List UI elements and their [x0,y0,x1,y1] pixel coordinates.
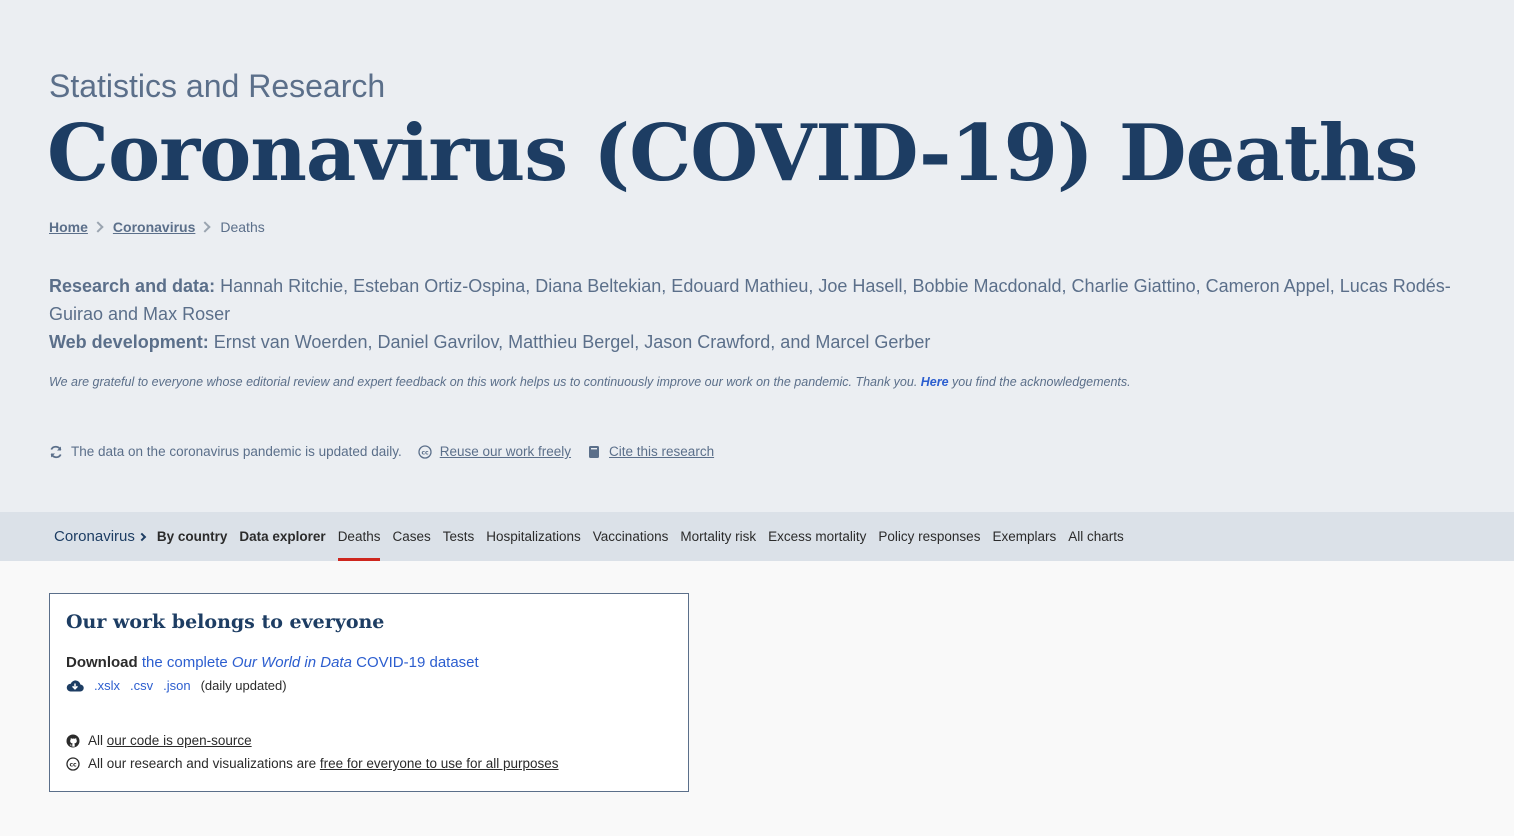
download-csv-link[interactable]: .csv [130,678,153,693]
dataset-link-em: Our World in Data [231,654,352,671]
research-label: Research and data: [49,276,216,296]
subnav-item-excess-mortality[interactable]: Excess mortality [768,512,866,561]
subnav-item-tests[interactable]: Tests [443,512,475,561]
dataset-link[interactable]: the complete Our World in Data COVID-19 … [142,654,479,671]
update-notice: The data on the coronavirus pandemic is … [49,444,402,459]
license-link[interactable]: free for everyone to use for all purpose… [320,756,559,771]
book-icon [587,445,601,459]
open-data-card: Our work belongs to everyone Download th… [49,593,689,792]
subnav-item-vaccinations[interactable]: Vaccinations [593,512,669,561]
subnav-item-all-charts[interactable]: All charts [1068,512,1124,561]
creative-commons-icon: cc [418,444,432,459]
cite-tool[interactable]: Cite this research [587,444,714,459]
reuse-tool[interactable]: cc Reuse our work freely [418,444,571,459]
dataset-link-post: COVID-19 dataset [351,654,479,671]
download-json-link[interactable]: .json [163,678,190,693]
chevron-right-icon [199,221,212,233]
research-credits: Research and data: Hannah Ritchie, Esteb… [49,272,1489,328]
subnav-item-exemplars[interactable]: Exemplars [992,512,1056,561]
subnav-item-deaths[interactable]: Deaths [337,512,380,561]
breadcrumb-home-link[interactable]: Home [49,219,88,235]
open-source-link[interactable]: our code is open-source [107,733,252,748]
page-title: Coronavirus (COVID-19) Deaths [47,108,1418,199]
subnav-root-coronavirus[interactable]: Coronavirus [54,512,147,561]
research-names: Hannah Ritchie, Esteban Ortiz-Ospina, Di… [49,276,1451,324]
subnav-root-label: Coronavirus [54,528,135,545]
open-source-pre: All [88,733,104,748]
reuse-link[interactable]: Reuse our work freely [440,444,571,459]
svg-text:cc: cc [69,761,77,768]
subnav-items: Coronavirus By country Data explorer Dea… [54,512,1136,561]
license-line: cc All our research and visualizations a… [66,756,559,771]
update-text: The data on the coronavirus pandemic is … [71,444,402,459]
subnav-item-hospitalizations[interactable]: Hospitalizations [486,512,581,561]
acknowledgements-text: We are grateful to everyone whose editor… [49,375,921,389]
dataset-link-pre: the complete [141,654,232,671]
subnav-item-by-country[interactable]: By country [157,512,228,561]
cloud-download-icon [66,679,84,693]
svg-text:cc: cc [421,449,429,456]
sub-navigation: Coronavirus By country Data explorer Dea… [0,512,1514,561]
webdev-label: Web development: [49,332,209,352]
breadcrumb-coronavirus-link[interactable]: Coronavirus [113,219,195,235]
refresh-icon [49,445,63,459]
breadcrumb: Home Coronavirus Deaths [49,219,265,235]
byline: Research and data: Hannah Ritchie, Esteb… [49,272,1489,356]
card-title: Our work belongs to everyone [66,611,385,633]
license-pre: All our research and visualizations are [88,756,317,771]
chevron-right-icon [92,221,104,233]
open-source-line: All our code is open-source [66,733,252,748]
download-xslx-link[interactable]: .xslx [94,678,120,693]
acknowledgements-text-end: you find the acknowledgements. [948,375,1131,389]
cite-link[interactable]: Cite this research [609,444,714,459]
acknowledgements-link[interactable]: Here [921,375,949,389]
download-label: Download [66,654,138,671]
subnav-item-mortality-risk[interactable]: Mortality risk [680,512,756,561]
github-icon [66,734,80,748]
breadcrumb-current: Deaths [220,219,265,235]
webdev-credits: Web development: Ernst van Woerden, Dani… [49,328,1489,356]
page-header: Statistics and Research Coronavirus (COV… [0,0,1514,512]
webdev-names: Ernst van Woerden, Daniel Gavrilov, Matt… [213,332,931,352]
subnav-item-data-explorer[interactable]: Data explorer [239,512,325,561]
file-downloads: .xslx .csv .json (daily updated) [66,678,287,693]
chevron-right-icon [137,532,147,541]
subnav-item-cases[interactable]: Cases [392,512,430,561]
page-tools: The data on the coronavirus pandemic is … [49,444,730,459]
subnav-item-policy-responses[interactable]: Policy responses [878,512,980,561]
page-supertitle: Statistics and Research [49,68,386,104]
download-line: Download the complete Our World in Data … [66,654,479,671]
files-note: (daily updated) [200,678,287,693]
acknowledgements-note: We are grateful to everyone whose editor… [49,375,1131,389]
creative-commons-icon: cc [66,756,80,771]
